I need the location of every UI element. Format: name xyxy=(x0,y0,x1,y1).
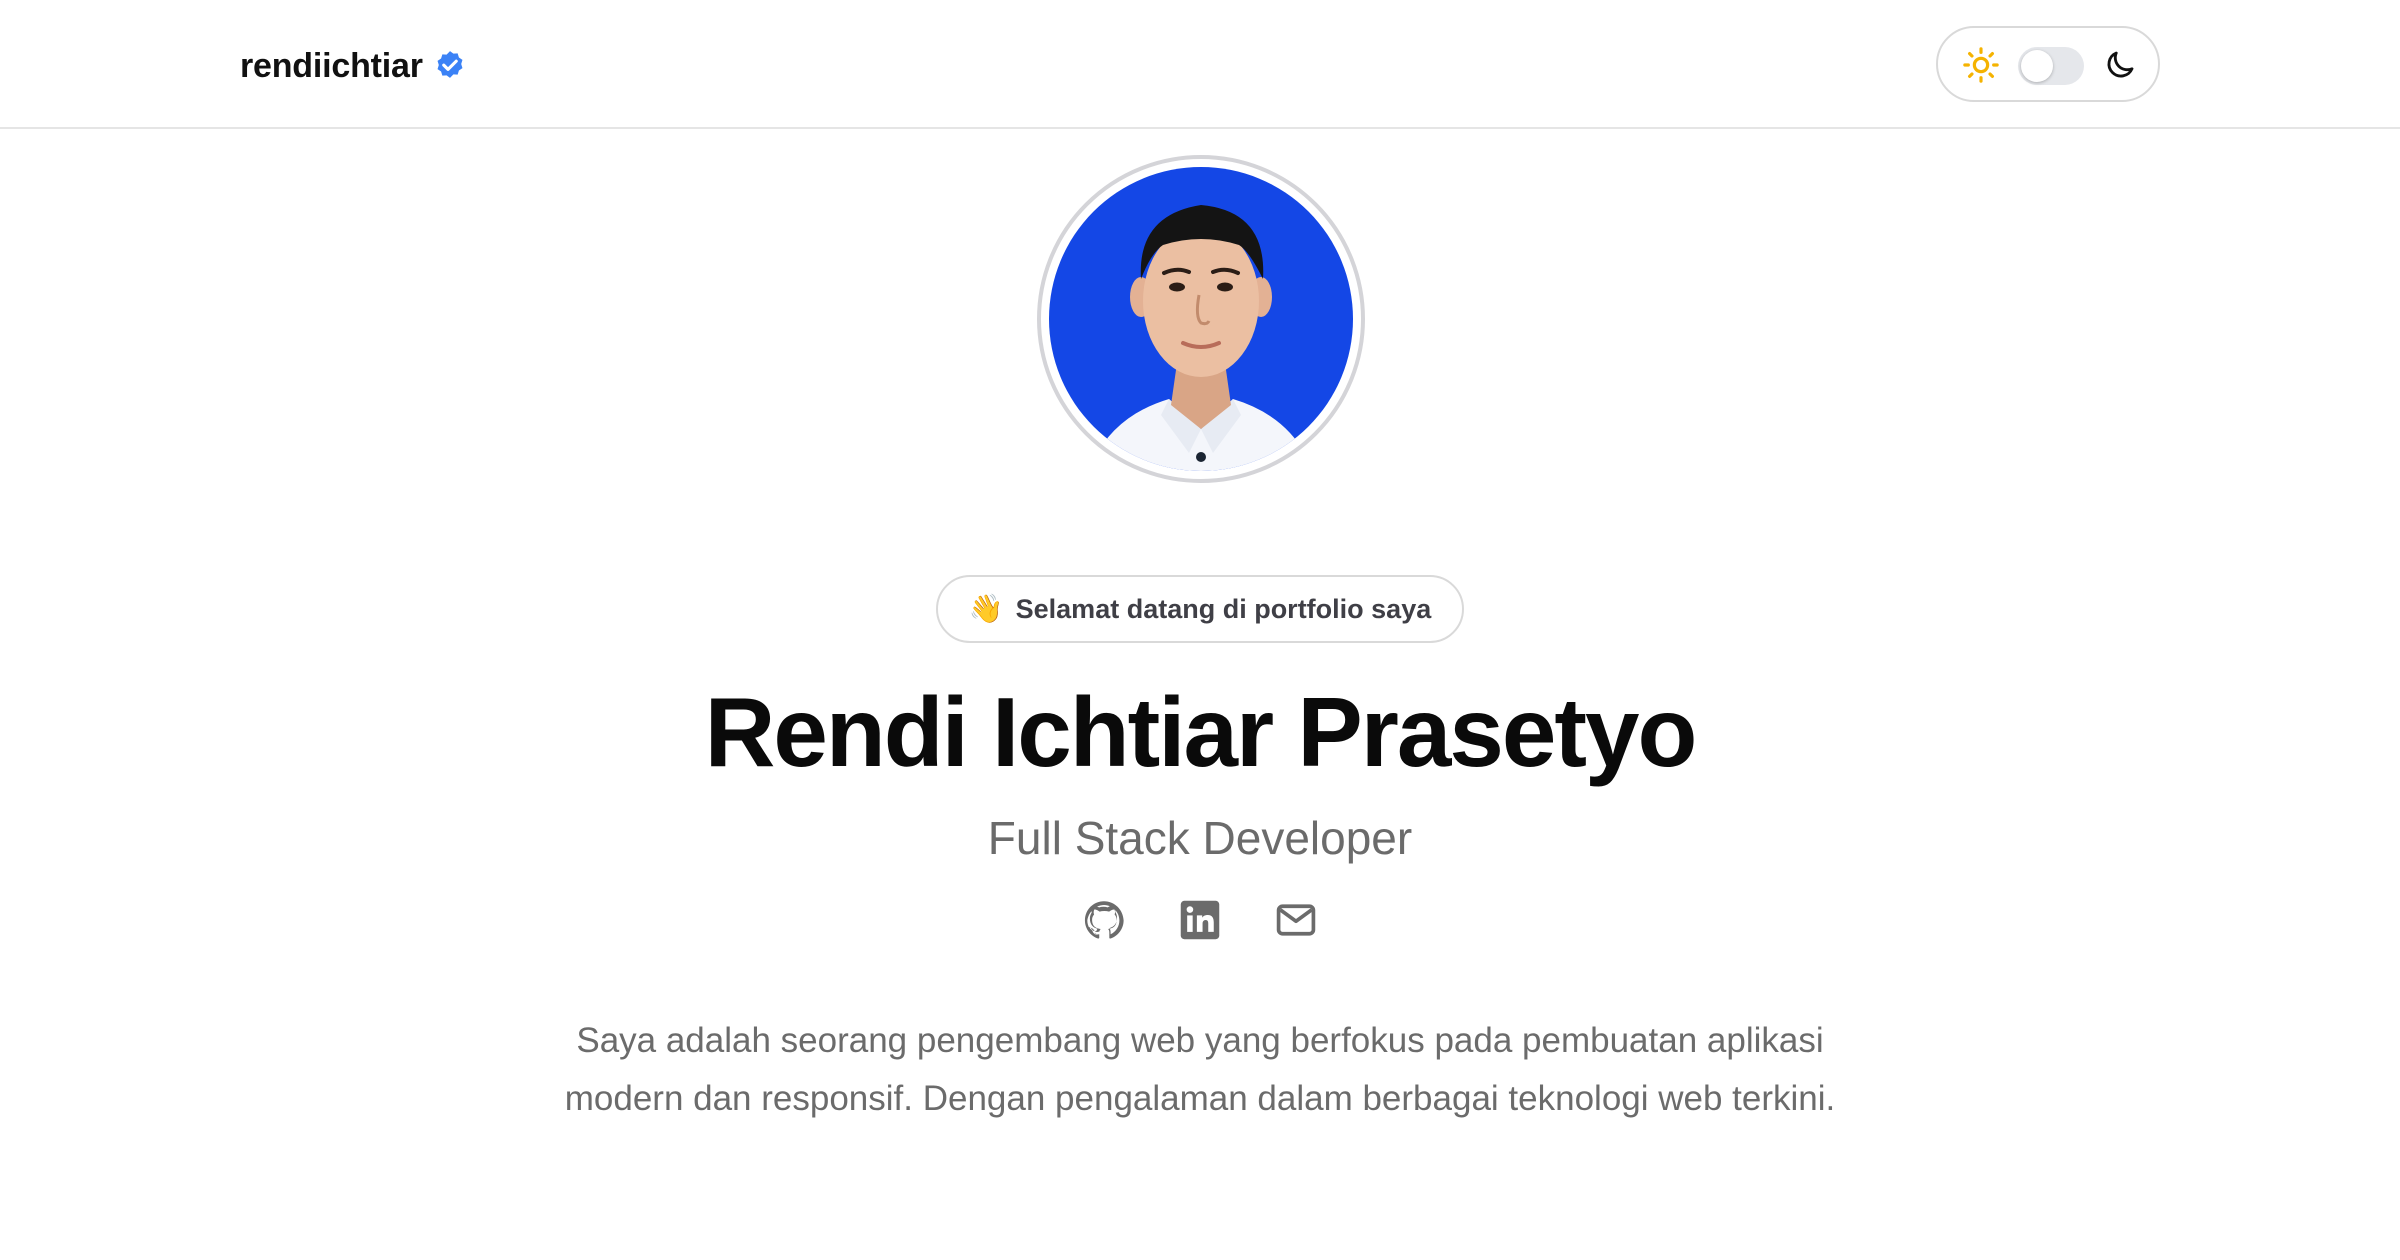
portfolio-page: rendiichtiar 👋 Selamat datang di portfol… xyxy=(0,0,2400,1260)
bio-line-2: modern dan responsif. Dengan pengalaman … xyxy=(564,1079,1836,1118)
profile-photo-illustration xyxy=(1049,167,1353,471)
email-link[interactable] xyxy=(1274,898,1318,942)
sun-icon xyxy=(1963,47,1999,83)
avatar-ring xyxy=(1037,155,1365,483)
social-links xyxy=(0,898,2400,942)
waving-hand-icon: 👋 xyxy=(968,593,1004,624)
top-navbar: rendiichtiar xyxy=(0,0,2400,129)
welcome-badge: 👋 Selamat datang di portfolio saya xyxy=(936,575,1464,643)
theme-switch[interactable] xyxy=(2018,47,2084,85)
welcome-text: Selamat datang di portfolio saya xyxy=(1015,593,1432,624)
bio-paragraph: Saya adalah seorang pengembang web yang … xyxy=(400,1012,2000,1128)
profile-name: Rendi Ichtiar Prasetyo xyxy=(704,677,1698,787)
github-link[interactable] xyxy=(1082,898,1126,942)
profile-role: Full Stack Developer xyxy=(987,812,1413,864)
brand-link[interactable]: rendiichtiar xyxy=(240,44,467,88)
moon-icon xyxy=(2107,51,2134,78)
linkedin-icon xyxy=(1180,900,1220,940)
theme-toggle[interactable] xyxy=(1936,26,2160,102)
theme-switch-knob xyxy=(2021,50,2053,82)
verified-badge-icon xyxy=(437,51,463,78)
mail-icon xyxy=(1276,904,1316,936)
bio-line-1: Saya adalah seorang pengembang web yang … xyxy=(576,1021,1824,1060)
github-icon xyxy=(1084,901,1124,939)
profile-photo xyxy=(1049,167,1353,471)
brand-name: rendiichtiar xyxy=(240,46,423,85)
linkedin-link[interactable] xyxy=(1178,898,1222,942)
